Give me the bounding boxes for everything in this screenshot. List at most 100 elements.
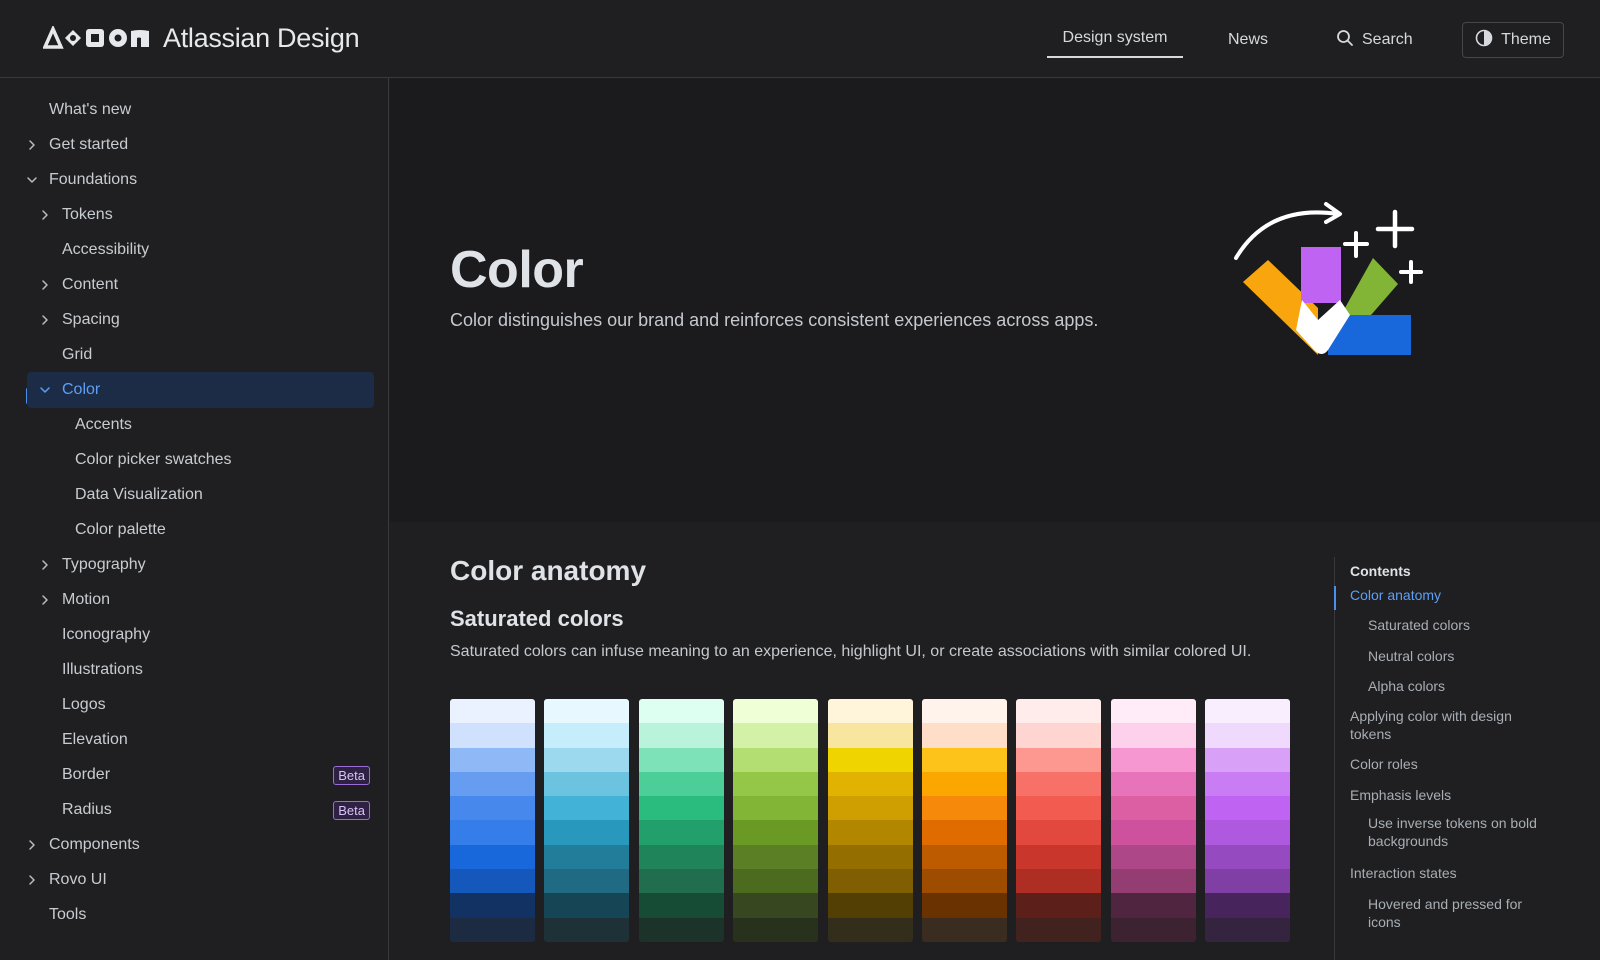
swatch-cell bbox=[1110, 820, 1196, 845]
theme-button[interactable]: Theme bbox=[1462, 22, 1564, 58]
swatch-cell bbox=[827, 893, 913, 918]
sidebar-item-typography[interactable]: Typography bbox=[20, 547, 374, 583]
swatch-cell bbox=[921, 771, 1007, 797]
swatch-cell bbox=[921, 820, 1007, 845]
sidebar-item-illustrations[interactable]: Illustrations bbox=[20, 652, 374, 688]
swatch-column bbox=[827, 699, 913, 942]
sidebar-item-color-picker-swatches[interactable]: Color picker swatches bbox=[20, 442, 374, 478]
swatch-cell bbox=[1016, 820, 1102, 845]
sidebar-item-label: Components bbox=[49, 836, 140, 853]
sidebar-item-label: Accents bbox=[75, 416, 132, 433]
sidebar-item-accents[interactable]: Accents bbox=[20, 407, 374, 443]
sidebar-item-components[interactable]: Components bbox=[20, 827, 374, 863]
swatch-cell bbox=[638, 917, 724, 942]
sidebar-item-border[interactable]: Border Beta bbox=[20, 757, 374, 793]
nav-search-button[interactable]: Search bbox=[1336, 22, 1413, 58]
sidebar-item-label: Typography bbox=[62, 556, 146, 573]
atlassian-design-logo[interactable]: Atlassian Design bbox=[43, 22, 360, 54]
sidebar-item-accessibility[interactable]: Accessibility bbox=[20, 232, 374, 268]
swatch-cell bbox=[1205, 869, 1291, 894]
chevron-right-icon[interactable] bbox=[38, 593, 52, 607]
chevron-right-icon[interactable] bbox=[38, 278, 52, 292]
swatch-column bbox=[1205, 699, 1291, 942]
sidebar-item-label: Logos bbox=[62, 696, 106, 713]
page-title: Color bbox=[450, 241, 584, 299]
top-header: Atlassian Design Design system News Sear… bbox=[0, 0, 1600, 78]
swatch-cell bbox=[1016, 796, 1102, 821]
swatch-cell bbox=[1110, 796, 1196, 821]
swatch-cell bbox=[733, 771, 819, 797]
theme-contrast-icon bbox=[1475, 29, 1493, 52]
sidebar-item-radius[interactable]: Radius Beta bbox=[20, 792, 374, 828]
chevron-right-icon[interactable] bbox=[25, 838, 39, 852]
sidebar-item-color[interactable]: Color bbox=[27, 372, 374, 408]
sidebar-item-logos[interactable]: Logos bbox=[20, 687, 374, 723]
sidebar-item-label: Spacing bbox=[62, 311, 120, 328]
sidebar-item-rovo-ui[interactable]: Rovo UI bbox=[20, 862, 374, 898]
swatch-cell bbox=[1016, 747, 1102, 772]
swatch-cell bbox=[450, 917, 535, 942]
swatch-cell bbox=[1016, 699, 1102, 724]
toc-link-color-anatomy[interactable]: Color anatomy bbox=[1350, 586, 1538, 604]
toc-link-use-inverse-tokens-on-bold-backgrounds[interactable]: Use inverse tokens on bold backgrounds bbox=[1368, 814, 1538, 850]
toc-link-hovered-and-pressed-for-icons[interactable]: Hovered and pressed for icons bbox=[1368, 895, 1538, 931]
chevron-right-icon[interactable] bbox=[38, 208, 52, 222]
sidebar-item-content[interactable]: Content bbox=[20, 267, 374, 303]
nav-design-system[interactable]: Design system bbox=[1047, 22, 1183, 58]
chevron-right-icon[interactable] bbox=[25, 138, 39, 152]
sidebar-item-iconography[interactable]: Iconography bbox=[20, 617, 374, 653]
swatch-cell bbox=[1110, 771, 1196, 797]
swatch-cell bbox=[1016, 844, 1102, 870]
swatch-cell bbox=[827, 820, 913, 845]
toc-link-alpha-colors[interactable]: Alpha colors bbox=[1368, 677, 1538, 695]
sidebar-item-motion[interactable]: Motion bbox=[20, 582, 374, 618]
chevron-down-icon[interactable] bbox=[25, 173, 39, 187]
swatch-cell bbox=[1205, 844, 1291, 870]
swatch-column bbox=[450, 699, 535, 942]
chevron-right-icon[interactable] bbox=[38, 558, 52, 572]
toc-link-interaction-states[interactable]: Interaction states bbox=[1350, 864, 1538, 882]
chevron-right-icon[interactable] bbox=[38, 313, 52, 327]
swatch-cell bbox=[921, 844, 1007, 870]
sidebar-item-label: Color picker swatches bbox=[75, 451, 232, 468]
swatch-cell bbox=[1205, 771, 1291, 797]
sidebar-item-what-s-new[interactable]: What's new bbox=[20, 92, 374, 128]
swatch-cell bbox=[1205, 699, 1291, 724]
swatch-cell bbox=[544, 747, 630, 772]
swatch-cell bbox=[827, 917, 913, 942]
sidebar-item-tools[interactable]: Tools bbox=[20, 897, 374, 933]
nav-news[interactable]: News bbox=[1228, 22, 1268, 58]
toc-link-saturated-colors[interactable]: Saturated colors bbox=[1368, 616, 1538, 634]
swatch-cell bbox=[1016, 917, 1102, 942]
chevron-right-icon[interactable] bbox=[25, 873, 39, 887]
sidebar-item-color-palette[interactable]: Color palette bbox=[20, 512, 374, 548]
toc-link-emphasis-levels[interactable]: Emphasis levels bbox=[1350, 786, 1538, 804]
swatch-cell bbox=[450, 869, 535, 894]
swatch-cell bbox=[638, 699, 724, 724]
sidebar-item-get-started[interactable]: Get started bbox=[20, 127, 374, 163]
toc-link-color-roles[interactable]: Color roles bbox=[1350, 755, 1538, 773]
swatch-cell bbox=[1205, 747, 1291, 772]
chevron-down-icon[interactable] bbox=[38, 383, 52, 397]
saturated-color-swatches bbox=[450, 699, 1291, 942]
sidebar-item-elevation[interactable]: Elevation bbox=[20, 722, 374, 758]
sidebar-item-grid[interactable]: Grid bbox=[20, 337, 374, 373]
sidebar-item-label: Data Visualization bbox=[75, 486, 203, 503]
toc-link-applying-color-with-design-tokens[interactable]: Applying color with design tokens bbox=[1350, 707, 1538, 743]
sidebar-item-label: Foundations bbox=[49, 171, 138, 188]
subsection-title: Saturated colors bbox=[450, 606, 624, 631]
toc-link-neutral-colors[interactable]: Neutral colors bbox=[1368, 647, 1538, 665]
swatch-cell bbox=[544, 917, 630, 942]
sidebar-item-tokens[interactable]: Tokens bbox=[20, 197, 374, 233]
swatch-cell bbox=[450, 893, 535, 918]
swatch-cell bbox=[921, 723, 1007, 748]
sidebar-item-spacing[interactable]: Spacing bbox=[20, 302, 374, 338]
swatch-cell bbox=[733, 893, 819, 918]
swatch-cell bbox=[921, 917, 1007, 942]
swatch-column bbox=[921, 699, 1007, 942]
toc-heading: Contents bbox=[1350, 563, 1411, 579]
swatch-cell bbox=[921, 869, 1007, 894]
swatch-cell bbox=[450, 699, 535, 724]
sidebar-item-foundations[interactable]: Foundations bbox=[20, 162, 374, 198]
sidebar-item-data-visualization[interactable]: Data Visualization bbox=[20, 477, 374, 513]
